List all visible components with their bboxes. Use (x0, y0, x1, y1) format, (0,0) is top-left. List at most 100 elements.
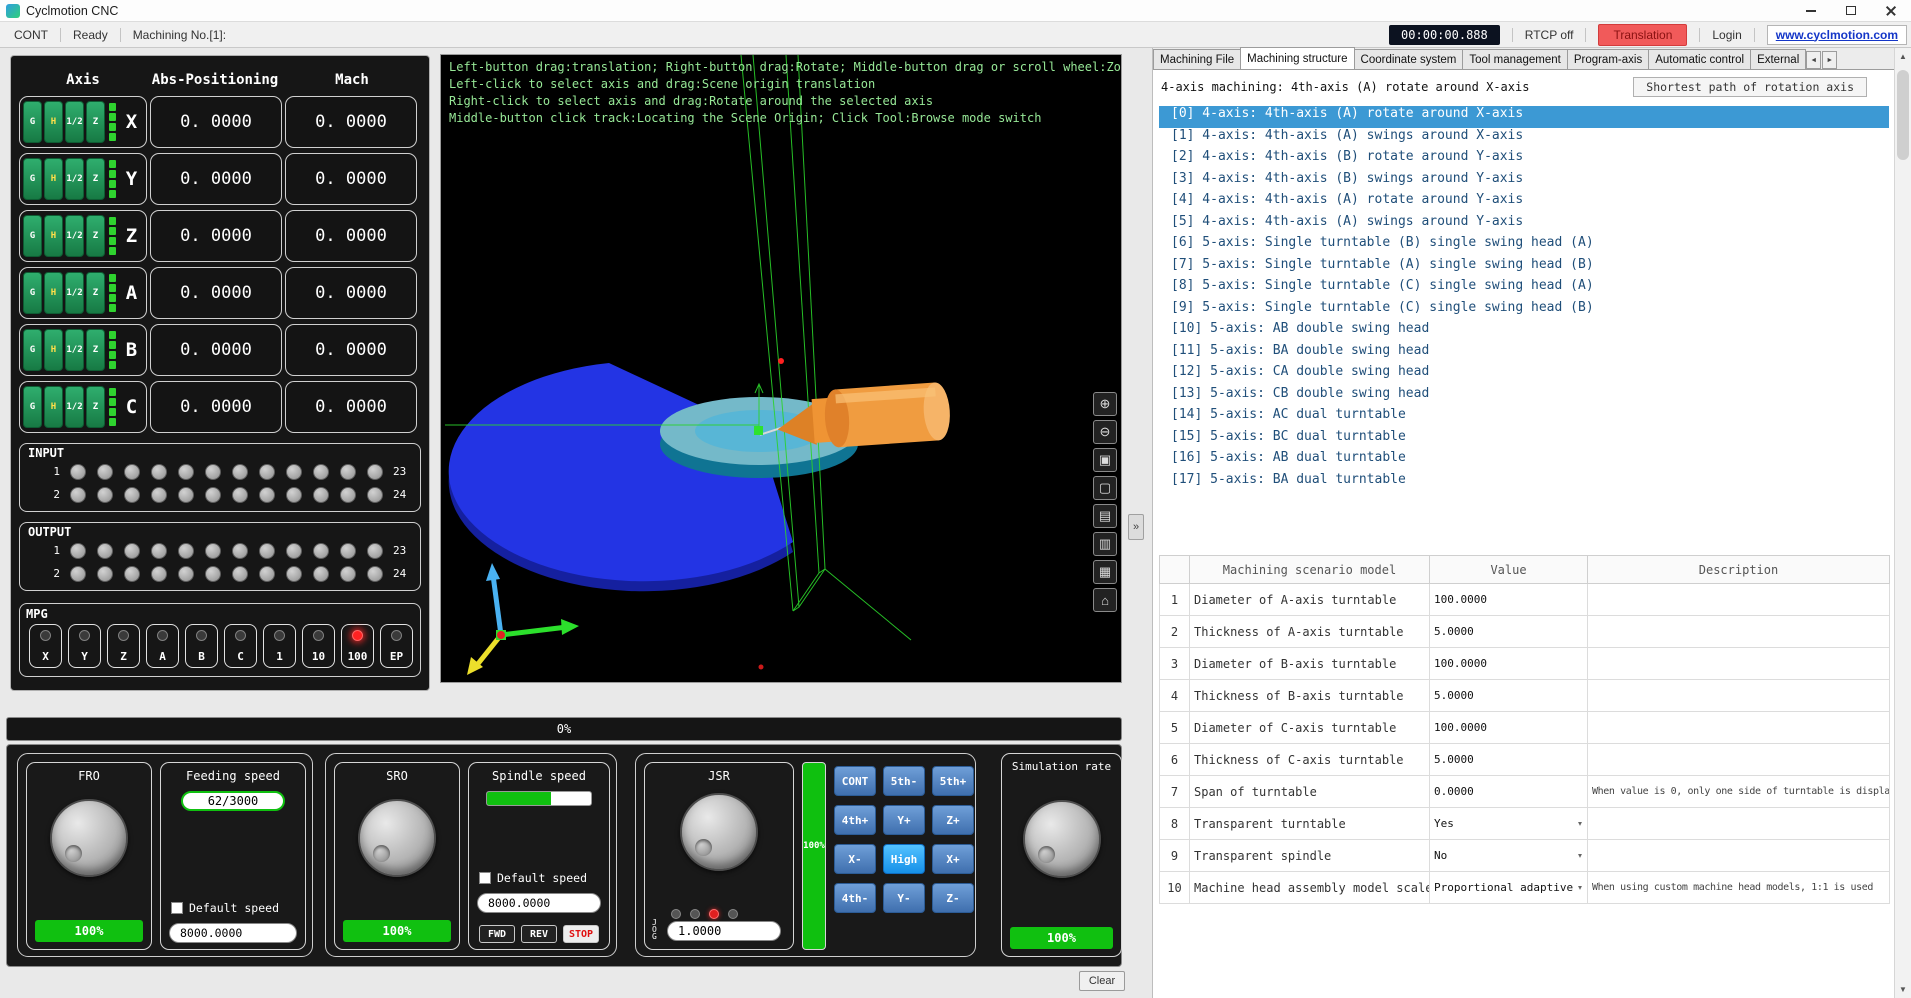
feeding-default-value[interactable]: 8000.0000 (169, 923, 297, 943)
spindle-stop-button[interactable]: STOP (563, 925, 599, 943)
jog-button-5th-plus[interactable]: 5th+ (932, 766, 974, 796)
structure-item[interactable]: [0] 4-axis: 4th-axis (A) rotate around X… (1159, 106, 1889, 128)
structure-item[interactable]: [11] 5-axis: BA double swing head (1159, 343, 1889, 365)
scroll-up-icon[interactable]: ▲ (1895, 48, 1911, 65)
close-button[interactable] (1871, 0, 1911, 21)
jog-button-high[interactable]: High (883, 844, 925, 874)
structure-item[interactable]: [17] 5-axis: BA dual turntable (1159, 472, 1889, 494)
mpg-button-a[interactable]: A (146, 624, 179, 668)
structure-item[interactable]: [8] 5-axis: Single turntable (C) single … (1159, 278, 1889, 300)
axis-mode-button-h[interactable]: H (44, 272, 63, 314)
spindle-rev-button[interactable]: REV (521, 925, 557, 943)
scenario-value-cell[interactable]: 100.0000 (1429, 711, 1588, 744)
tab-tool-management[interactable]: Tool management (1462, 49, 1568, 69)
list-view-icon[interactable]: ▤ (1093, 504, 1117, 528)
jog-button-y-minus[interactable]: Y- (883, 883, 925, 913)
structure-item[interactable]: [3] 4-axis: 4th-axis (B) swings around Y… (1159, 171, 1889, 193)
scenario-value-cell[interactable]: 100.0000 (1429, 583, 1588, 616)
structure-item[interactable]: [9] 5-axis: Single turntable (C) single … (1159, 300, 1889, 322)
mpg-button-b[interactable]: B (185, 624, 218, 668)
axis-mode-button-g[interactable]: G (23, 329, 42, 371)
spindle-fwd-button[interactable]: FWD (479, 925, 515, 943)
axis-mode-button-z[interactable]: Z (86, 158, 105, 200)
structure-item[interactable]: [15] 5-axis: BC dual turntable (1159, 429, 1889, 451)
axis-mode-button-z[interactable]: Z (86, 329, 105, 371)
clear-button[interactable]: Clear (1079, 971, 1125, 991)
tab-external[interactable]: External (1750, 49, 1807, 69)
mpg-button-ep[interactable]: EP (380, 624, 413, 668)
structure-item[interactable]: [13] 5-axis: CB double swing head (1159, 386, 1889, 408)
tab-machining-structure[interactable]: Machining structure (1240, 47, 1355, 69)
jog-button-4th-minus[interactable]: 4th- (834, 883, 876, 913)
structure-item[interactable]: [10] 5-axis: AB double swing head (1159, 321, 1889, 343)
scenario-value-cell[interactable]: Proportional adaptive ▾ (1429, 871, 1588, 904)
shortest-path-button[interactable]: Shortest path of rotation axis (1633, 77, 1867, 97)
axis-mode-button-h[interactable]: H (44, 215, 63, 257)
axis-mode-button-half[interactable]: 1/2 (65, 215, 84, 257)
grid-view-icon[interactable]: ▦ (1093, 560, 1117, 584)
jog-button-5th-minus[interactable]: 5th- (883, 766, 925, 796)
structure-item[interactable]: [5] 4-axis: 4th-axis (A) swings around Y… (1159, 214, 1889, 236)
structure-item[interactable]: [4] 4-axis: 4th-axis (A) rotate around Y… (1159, 192, 1889, 214)
axis-mode-button-z[interactable]: Z (86, 386, 105, 428)
layout-view-icon[interactable]: ▢ (1093, 476, 1117, 500)
jog-button-x-minus[interactable]: X- (834, 844, 876, 874)
axis-mode-button-h[interactable]: H (44, 329, 63, 371)
sro-knob[interactable] (358, 799, 436, 877)
fro-knob[interactable] (50, 799, 128, 877)
home-view-icon[interactable]: ⌂ (1093, 588, 1117, 612)
zoom-in-icon[interactable]: ⊕ (1093, 392, 1117, 416)
structure-item[interactable]: [1] 4-axis: 4th-axis (A) swings around X… (1159, 128, 1889, 150)
structure-item[interactable]: [16] 5-axis: AB dual turntable (1159, 450, 1889, 472)
axis-mode-button-g[interactable]: G (23, 272, 42, 314)
tab-scroll-left-icon[interactable]: ◄ (1806, 51, 1822, 69)
mpg-button-100[interactable]: 100 (341, 624, 374, 668)
axis-mode-button-half[interactable]: 1/2 (65, 329, 84, 371)
rtcp-status[interactable]: RTCP off (1525, 28, 1574, 42)
structure-item[interactable]: [14] 5-axis: AC dual turntable (1159, 407, 1889, 429)
scenario-value-cell[interactable]: 5.0000 (1429, 743, 1588, 776)
scenario-value-cell[interactable]: Yes ▾ (1429, 807, 1588, 840)
axis-mode-button-g[interactable]: G (23, 386, 42, 428)
jog-button-x-plus[interactable]: X+ (932, 844, 974, 874)
spindle-default-value[interactable]: 8000.0000 (477, 893, 601, 913)
mpg-button-c[interactable]: C (224, 624, 257, 668)
axis-mode-button-h[interactable]: H (44, 158, 63, 200)
axis-mode-button-g[interactable]: G (23, 101, 42, 143)
structure-item[interactable]: [2] 4-axis: 4th-axis (B) rotate around Y… (1159, 149, 1889, 171)
zoom-out-icon[interactable]: ⊖ (1093, 420, 1117, 444)
axis-mode-button-z[interactable]: Z (86, 272, 105, 314)
scenario-value-cell[interactable]: 0.0000 (1429, 775, 1588, 808)
mpg-button-x[interactable]: X (29, 624, 62, 668)
machine-3d-scene[interactable] (441, 55, 1122, 683)
jsr-knob[interactable] (680, 793, 758, 871)
machine-viewport[interactable]: Left-button drag:translation; Right-butt… (440, 54, 1122, 683)
axis-mode-button-h[interactable]: H (44, 101, 63, 143)
structure-item[interactable]: [6] 5-axis: Single turntable (B) single … (1159, 235, 1889, 257)
scenario-value-cell[interactable]: No ▾ (1429, 839, 1588, 872)
jog-step-value[interactable]: 1.0000 (667, 921, 781, 941)
tab-automatic-control[interactable]: Automatic control (1648, 49, 1752, 69)
right-panel-scrollbar[interactable]: ▲ ▼ (1894, 48, 1911, 998)
mpg-button-1[interactable]: 1 (263, 624, 296, 668)
translation-button[interactable]: Translation (1598, 23, 1688, 46)
tab-machining-file[interactable]: Machining File (1153, 49, 1242, 69)
axis-mode-button-z[interactable]: Z (86, 215, 105, 257)
copy-view-icon[interactable]: ▣ (1093, 448, 1117, 472)
jog-button-y-plus[interactable]: Y+ (883, 805, 925, 835)
axis-mode-button-h[interactable]: H (44, 386, 63, 428)
maximize-button[interactable] (1831, 0, 1871, 21)
scenario-value-cell[interactable]: 5.0000 (1429, 615, 1588, 648)
feeding-default-checkbox[interactable] (171, 902, 183, 914)
tab-scroll-right-icon[interactable]: ► (1822, 51, 1838, 69)
scrollbar-thumb[interactable] (1897, 70, 1909, 160)
structure-item[interactable]: [12] 5-axis: CA double swing head (1159, 364, 1889, 386)
login-button[interactable]: Login (1712, 28, 1741, 42)
spindle-default-checkbox[interactable] (479, 872, 491, 884)
simulation-rate-knob[interactable] (1022, 800, 1101, 878)
jog-button-cont[interactable]: CONT (834, 766, 876, 796)
expand-panel-button[interactable]: » (1128, 514, 1144, 540)
axis-mode-button-half[interactable]: 1/2 (65, 158, 84, 200)
scroll-down-icon[interactable]: ▼ (1895, 981, 1911, 998)
tab-program-axis[interactable]: Program-axis (1566, 49, 1650, 69)
